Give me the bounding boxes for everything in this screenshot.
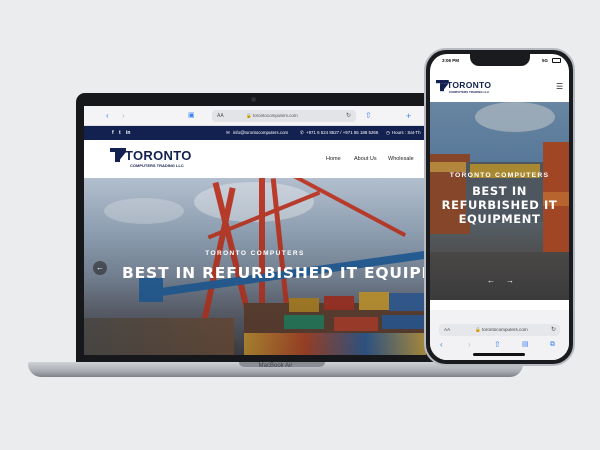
back-icon[interactable]: ‹ bbox=[440, 340, 443, 350]
phone-url-bar[interactable]: AA 🔒 torontocomputers.com ↻ bbox=[439, 324, 560, 336]
share-icon[interactable]: ⇧ bbox=[365, 110, 372, 122]
laptop-url-bar[interactable]: AA 🔒 torontocomputers.com ↻ bbox=[212, 110, 356, 122]
phone-url: torontocomputers.com bbox=[482, 327, 528, 332]
nav-home[interactable]: Home bbox=[326, 155, 341, 163]
forward-icon[interactable]: › bbox=[122, 110, 125, 122]
prev-slide-arrow-icon[interactable]: ← bbox=[93, 261, 107, 275]
reader-aa[interactable]: AA bbox=[444, 324, 450, 336]
back-icon[interactable]: ‹ bbox=[106, 110, 109, 122]
laptop-browser-toolbar: ‹ › ▣ AA 🔒 torontocomputers.com ↻ ⇧ + bbox=[84, 106, 426, 126]
laptop-url: torontocomputers.com bbox=[252, 113, 298, 118]
twitter-icon[interactable]: t bbox=[119, 128, 121, 138]
topbar-email[interactable]: info@torontocomputers.com bbox=[233, 128, 288, 138]
status-signal: 5G bbox=[542, 58, 549, 63]
lock-icon: 🔒 bbox=[475, 327, 481, 332]
status-time: 3:06 PM bbox=[442, 58, 460, 63]
phone-screen: 3:06 PM 5G TORONTO COMPUTERS TRADING LLC… bbox=[430, 54, 569, 360]
reload-icon[interactable]: ↻ bbox=[346, 110, 351, 122]
clock-icon: ◷ bbox=[386, 130, 390, 135]
sidebar-icon[interactable]: ▣ bbox=[188, 110, 195, 122]
forward-icon[interactable]: › bbox=[468, 340, 471, 350]
battery-icon bbox=[552, 58, 561, 63]
phone-hero-title-line: BEST IN bbox=[472, 184, 527, 198]
next-arrow-icon[interactable]: → bbox=[506, 276, 514, 285]
laptop-screen: ‹ › ▣ AA 🔒 torontocomputers.com ↻ ⇧ + f … bbox=[84, 106, 426, 355]
topbar-hours: Hours : Sat-Th bbox=[392, 130, 421, 135]
laptop-top-info-bar: f t in ✉ info@torontocomputers.com ✆ +97… bbox=[84, 126, 426, 140]
phone-site-header: TORONTO COMPUTERS TRADING LLC ☰ bbox=[430, 70, 569, 102]
phone-notch bbox=[470, 54, 530, 66]
phone-logo-tagline: COMPUTERS TRADING LLC bbox=[449, 90, 490, 94]
nav-wholesale[interactable]: Wholesale bbox=[388, 155, 414, 163]
topbar-phone[interactable]: +971 6 524 8527 / +971 55 188 5266 bbox=[306, 128, 378, 138]
logo-tagline: COMPUTERS TRADING LLC bbox=[130, 163, 184, 168]
phone-logo-name[interactable]: TORONTO bbox=[447, 80, 491, 90]
phone-hero-title-line: EQUIPMENT bbox=[458, 212, 541, 226]
reload-icon[interactable]: ↻ bbox=[551, 324, 556, 336]
email-icon: ✉ bbox=[226, 130, 230, 135]
phone-icon: ✆ bbox=[300, 130, 304, 135]
linkedin-icon[interactable]: in bbox=[126, 128, 130, 138]
laptop-url-text: 🔒 torontocomputers.com bbox=[246, 113, 298, 118]
new-tab-icon[interactable]: + bbox=[406, 110, 411, 122]
facebook-icon[interactable]: f bbox=[112, 128, 114, 138]
phone-hero-title-line: REFURBISHED IT bbox=[441, 198, 558, 212]
logo-name[interactable]: TORONTO bbox=[125, 148, 192, 163]
prev-arrow-icon[interactable]: ← bbox=[487, 276, 495, 285]
nav-about-us[interactable]: About Us bbox=[354, 155, 377, 163]
toronto-logo-icon[interactable] bbox=[110, 148, 126, 162]
bookmarks-icon[interactable]: ▤ bbox=[522, 340, 529, 350]
laptop-hero-title: BEST IN REFURBISHED IT EQUIPMEN bbox=[122, 264, 426, 282]
tabs-icon[interactable]: ⧉ bbox=[550, 340, 555, 350]
phone-hero-title: BEST IN REFURBISHED IT EQUIPMENT bbox=[430, 184, 569, 226]
menu-icon[interactable]: ☰ bbox=[556, 82, 563, 91]
laptop-hero-subtitle: TORONTO COMPUTERS bbox=[205, 250, 305, 257]
phone-hero-subtitle: TORONTO COMPUTERS bbox=[449, 172, 550, 179]
reader-aa[interactable]: AA bbox=[217, 110, 224, 122]
share-icon[interactable]: ⇧ bbox=[494, 340, 501, 350]
home-indicator bbox=[473, 353, 525, 356]
laptop-camera bbox=[251, 97, 256, 102]
